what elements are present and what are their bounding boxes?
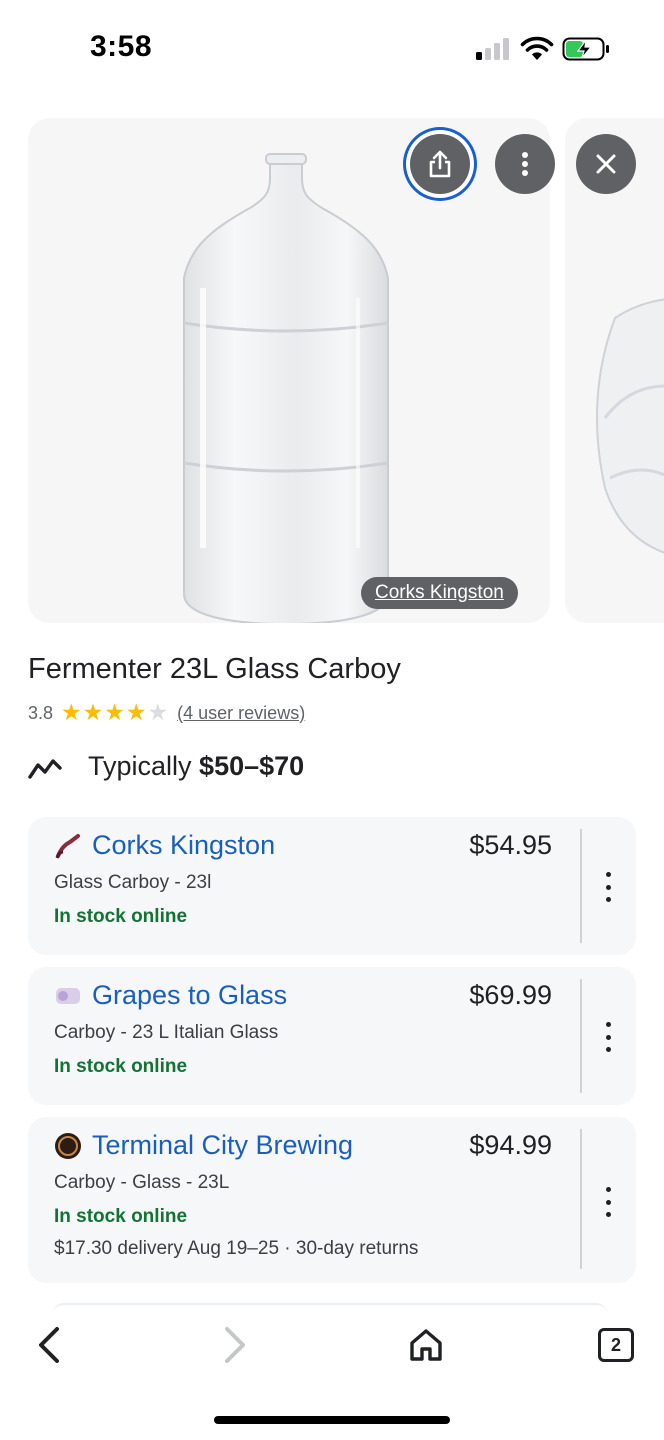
offer-card[interactable]: Grapes to Glass $69.99 Carboy - 23 L Ita… [28, 967, 636, 1105]
offer-more-button[interactable] [596, 1187, 620, 1217]
seller-logo-icon [54, 982, 82, 1010]
tabs-icon: 2 [598, 1328, 634, 1362]
offer-price: $54.95 [469, 830, 552, 860]
offer-card[interactable]: Corks Kingston $54.95 Glass Carboy - 23l… [28, 817, 636, 955]
forward-icon [225, 1327, 245, 1363]
more-vert-icon [522, 152, 528, 176]
home-button[interactable] [402, 1322, 450, 1368]
rating-stars: ★★★★★ [61, 701, 169, 725]
user-reviews-link[interactable]: (4 user reviews) [177, 703, 305, 724]
status-time: 3:58 [90, 30, 153, 63]
star-icon: ★ [125, 699, 147, 725]
offer-more-button[interactable] [596, 872, 620, 902]
star-icon: ★ [104, 699, 125, 725]
star-icon: ★ [147, 699, 169, 725]
offer-price: $94.99 [469, 1130, 552, 1160]
offer-price: $69.99 [469, 980, 552, 1010]
wifi-icon [520, 36, 554, 60]
divider [580, 979, 582, 1093]
home-indicator [214, 1416, 450, 1424]
seller-name[interactable]: Corks Kingston [92, 830, 275, 861]
trend-icon [28, 759, 62, 779]
offer-card[interactable]: Terminal City Brewing $94.99 Carboy - Gl… [28, 1117, 636, 1283]
offer-description: Carboy - Glass - 23L [54, 1172, 230, 1193]
close-icon [596, 154, 616, 174]
divider [580, 1129, 582, 1269]
seller-name[interactable]: Terminal City Brewing [92, 1130, 353, 1161]
star-icon: ★ [61, 699, 82, 725]
typical-prefix: Typically [88, 751, 200, 781]
back-icon [39, 1327, 59, 1363]
forward-button[interactable] [212, 1322, 260, 1368]
next-product-image[interactable] [565, 118, 664, 623]
seller-link[interactable]: Terminal City Brewing [54, 1130, 353, 1161]
divider [580, 829, 582, 943]
stock-status: In stock online [54, 1056, 188, 1077]
battery-charging-icon [562, 37, 609, 61]
stock-status: In stock online [54, 1206, 188, 1227]
seller-link[interactable]: Corks Kingston [54, 830, 275, 861]
share-button[interactable] [410, 134, 470, 194]
product-title: Fermenter 23L Glass Carboy [28, 653, 401, 685]
rating-row: 3.8 ★★★★★ (4 user reviews) [28, 701, 305, 725]
tabs-button[interactable]: 2 [592, 1322, 640, 1368]
rating-value: 3.8 [28, 702, 54, 723]
product-image[interactable] [28, 118, 550, 623]
carboy-image [183, 153, 389, 623]
seller-logo-icon [54, 832, 82, 860]
offer-description: Glass Carboy - 23l [54, 872, 212, 893]
image-source-link[interactable]: Corks Kingston [361, 577, 518, 609]
stock-status: In stock online [54, 906, 188, 927]
delivery-returns-info: $17.30 delivery Aug 19–25 · 30-day retur… [54, 1238, 419, 1259]
offer-description: Carboy - 23 L Italian Glass [54, 1022, 279, 1043]
glass-image [596, 298, 664, 554]
seller-link[interactable]: Grapes to Glass [54, 980, 287, 1011]
home-icon [410, 1329, 442, 1361]
share-icon [429, 150, 451, 178]
star-icon: ★ [82, 699, 104, 725]
back-button[interactable] [24, 1322, 72, 1368]
seller-logo-icon [54, 1132, 82, 1160]
signal-icon [476, 38, 509, 60]
close-button[interactable] [576, 134, 636, 194]
offer-more-button[interactable] [596, 1022, 620, 1052]
typical-price: Typically $50–$70 [88, 751, 304, 782]
seller-name[interactable]: Grapes to Glass [92, 980, 287, 1011]
typical-range: $50–$70 [199, 751, 305, 781]
more-options-button[interactable] [495, 134, 555, 194]
